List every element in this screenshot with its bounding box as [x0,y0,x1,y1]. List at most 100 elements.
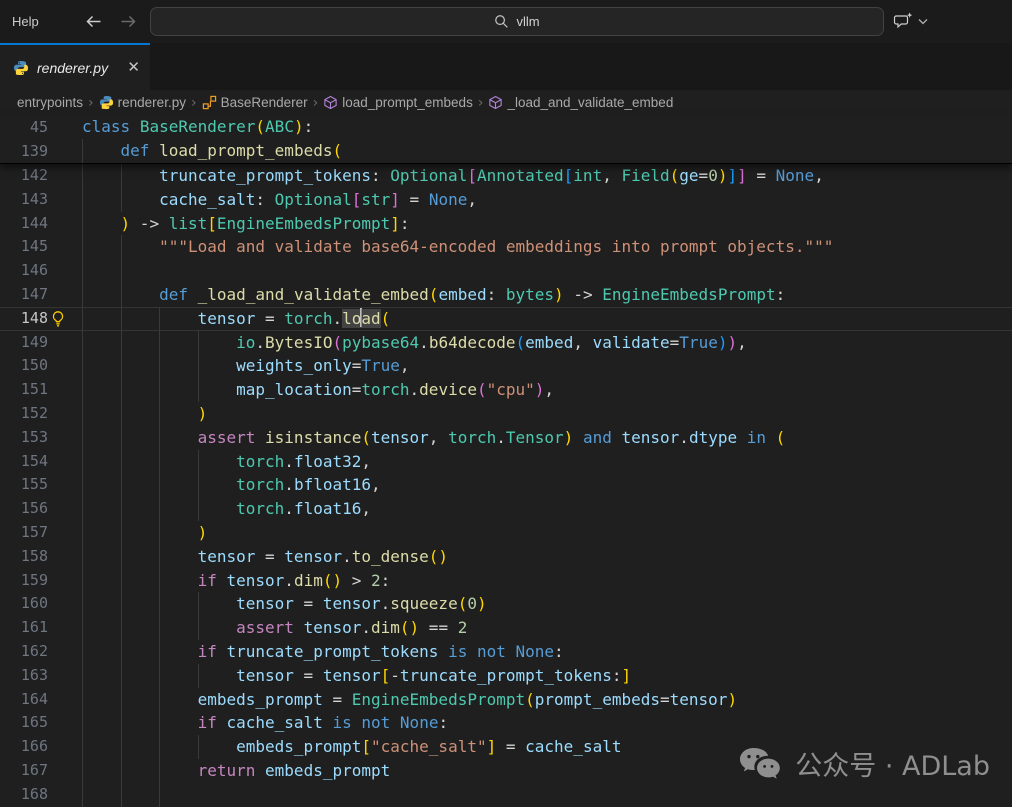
glyph-margin [48,235,82,259]
line-content[interactable]: ) [82,402,1012,426]
line-content[interactable]: cache_salt: Optional[str] = None, [82,188,1012,212]
glyph-margin [48,139,82,163]
code-line-160[interactable]: 160tensor = tensor.squeeze(0) [0,592,1012,616]
code-line-165[interactable]: 165if cache_salt is not None: [0,711,1012,735]
code-line-156[interactable]: 156torch.float16, [0,497,1012,521]
code-line-162[interactable]: 162if truncate_prompt_tokens is not None… [0,640,1012,664]
code-line-155[interactable]: 155torch.bfloat16, [0,473,1012,497]
code-line-146[interactable]: 146 [0,259,1012,283]
breadcrumb-item-renderer.py[interactable]: renderer.py [99,95,186,110]
code-line-150[interactable]: 150 weights_only=True, [0,354,1012,378]
code-line-154[interactable]: 154torch.float32, [0,450,1012,474]
tab-renderer-py[interactable]: renderer.py ✕ [0,43,150,90]
line-content[interactable]: weights_only=True, [82,354,1012,378]
code-line-148[interactable]: 148tensor = torch.load( [0,307,1012,331]
code-token: tensor [198,309,256,328]
line-content[interactable]: tensor = tensor.to_dense() [82,545,1012,569]
code-token: . [284,475,294,494]
code-line-144[interactable]: 144) -> list[EngineEmbedsPrompt]: [0,212,1012,236]
code-line-153[interactable]: 153assert isinstance(tensor, torch.Tenso… [0,426,1012,450]
line-content[interactable]: io.BytesIO(pybase64.b64decode(embed, val… [82,331,1012,355]
code-line-163[interactable]: 163 tensor = tensor[-truncate_prompt_toke… [0,664,1012,688]
line-content[interactable]: """Load and validate base64-encoded embe… [82,235,1012,259]
line-content[interactable]: if tensor.dim() > 2: [82,569,1012,593]
code-line-147[interactable]: 147def _load_and_validate_embed(embed: b… [0,283,1012,307]
line-content[interactable]: tensor = tensor[-truncate_prompt_tokens:… [82,664,1012,688]
copilot-menu[interactable] [893,0,928,43]
code-token [390,713,400,732]
line-content[interactable]: ) -> list[EngineEmbedsPrompt]: [82,212,1012,236]
line-content[interactable]: torch.float16, [82,497,1012,521]
line-number: 163 [0,664,48,688]
search-input[interactable]: vllm [150,7,884,36]
code-token: ) [477,594,487,613]
sticky-line-139[interactable]: 139def load_prompt_embeds( [0,139,1012,163]
line-content[interactable]: if cache_salt is not None: [82,711,1012,735]
indent-guide [82,711,121,735]
line-content[interactable]: tensor = tensor.squeeze(0) [82,592,1012,616]
line-content[interactable]: class BaseRenderer(ABC): [82,115,1012,139]
breadcrumb-item-BaseRenderer[interactable]: BaseRenderer [202,95,308,110]
code-token: None [776,166,815,185]
code-token: assert [198,428,256,447]
breadcrumb-item-entrypoints[interactable]: entrypoints [17,95,83,110]
lightbulb-icon[interactable] [50,310,66,327]
code-line-142[interactable]: 142truncate_prompt_tokens: Optional[Anno… [0,164,1012,188]
line-content[interactable]: truncate_prompt_tokens: Optional[Annotat… [82,164,1012,188]
line-content[interactable] [82,259,1012,283]
code-token: return [198,761,256,780]
code-token: dim [371,618,400,637]
line-content[interactable]: tensor = torch.load( [82,307,1012,331]
indent-guide [82,664,121,688]
code-line-149[interactable]: 149io.BytesIO(pybase64.b64decode(embed, … [0,331,1012,355]
code-token: ABC [265,117,294,136]
code-line-151[interactable]: 151map_location=torch.device("cpu"), [0,378,1012,402]
code-line-157[interactable]: 157) [0,521,1012,545]
menu-help[interactable]: Help [0,8,51,36]
line-content[interactable]: map_location=torch.device("cpu"), [82,378,1012,402]
code-line-143[interactable]: 143cache_salt: Optional[str] = None, [0,188,1012,212]
search-value: vllm [516,14,539,29]
line-content[interactable]: assert tensor.dim() == 2 [82,616,1012,640]
line-content[interactable]: embeds_prompt = EngineEmbedsPrompt(promp… [82,688,1012,712]
indent-guide [82,259,121,283]
indent-guide [121,640,160,664]
line-content[interactable]: torch.bfloat16, [82,473,1012,497]
indent-guide [121,164,160,188]
code-line-158[interactable]: 158tensor = tensor.to_dense() [0,545,1012,569]
code-line-161[interactable]: 161assert tensor.dim() == 2 [0,616,1012,640]
line-content[interactable]: def load_prompt_embeds( [82,139,1012,163]
line-content[interactable]: ) [82,521,1012,545]
breadcrumb-item-load_and_validate_embed[interactable]: _load_and_validate_embed [488,95,673,110]
code-token: Field [621,166,669,185]
indent-guide [159,735,198,759]
sticky-line-45[interactable]: 45class BaseRenderer(ABC): [0,115,1012,139]
line-content[interactable] [82,783,1012,807]
tab-close-icon[interactable]: ✕ [127,60,140,75]
line-content[interactable]: torch.float32, [82,450,1012,474]
code-line-152[interactable]: 152) [0,402,1012,426]
code-token: ( [525,690,535,709]
back-button[interactable] [82,11,104,33]
indent-guide [159,664,198,688]
code-line-164[interactable]: 164embeds_prompt = EngineEmbedsPrompt(pr… [0,688,1012,712]
line-content[interactable]: if truncate_prompt_tokens is not None: [82,640,1012,664]
glyph-margin[interactable] [48,307,82,331]
indent-guide [82,759,121,783]
code-token: [ [361,737,371,756]
line-content[interactable]: assert isinstance(tensor, torch.Tensor) … [82,426,1012,450]
code-token: : [400,214,410,233]
code-token: - [390,666,400,685]
code-line-145[interactable]: 145 """Load and validate base64-encoded e… [0,235,1012,259]
forward-button[interactable] [118,11,140,33]
code-token: embeds_prompt [265,761,390,780]
code-token: None [429,190,468,209]
indent-guide [82,212,121,236]
line-number: 150 [0,354,48,378]
code-line-168[interactable]: 168 [0,783,1012,807]
line-content[interactable]: def _load_and_validate_embed(embed: byte… [82,283,1012,307]
code-editor: 45class BaseRenderer(ABC):139def load_pr… [0,115,1012,807]
code-line-159[interactable]: 159if tensor.dim() > 2: [0,569,1012,593]
line-number: 145 [0,235,48,259]
breadcrumb-item-load_prompt_embeds[interactable]: load_prompt_embeds [323,95,473,110]
